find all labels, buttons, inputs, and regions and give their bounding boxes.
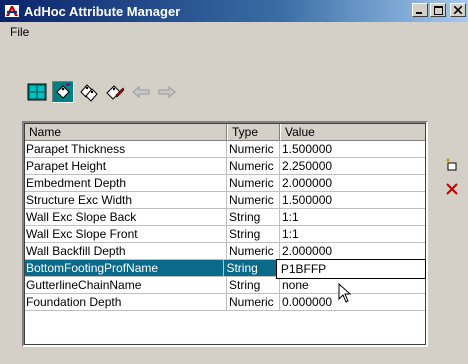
window-title: AdHoc Attribute Manager [24, 3, 181, 19]
close-button[interactable] [450, 3, 466, 17]
app-logo-icon[interactable] [4, 3, 20, 19]
type-cell[interactable]: String [227, 226, 280, 243]
name-cell[interactable]: GutterlineChainName [24, 277, 227, 294]
table-row[interactable]: Wall Exc Slope Front String 1:1 [24, 226, 426, 243]
arrow-right-icon [158, 86, 176, 98]
type-cell[interactable]: String [224, 260, 277, 277]
toolbar [26, 79, 178, 105]
name-cell[interactable]: Embedment Depth [24, 175, 227, 192]
table-row[interactable]: GutterlineChainName String none [24, 277, 426, 294]
add-attribute-icon [446, 158, 457, 171]
column-header-name[interactable]: Name [24, 123, 227, 141]
table-row-selected[interactable]: BottomFootingProfName String P1BFFP [24, 259, 426, 279]
adhoc-attribute-manager-window: AdHoc Attribute Manager File Name Type V… [0, 0, 468, 364]
forward-button[interactable] [156, 81, 178, 103]
grid-view-button[interactable] [26, 81, 48, 103]
type-cell[interactable]: Numeric [227, 192, 280, 209]
name-cell[interactable]: Parapet Height [24, 158, 227, 175]
value-cell[interactable]: 1.500000 [280, 192, 426, 209]
name-cell[interactable]: Wall Backfill Depth [24, 243, 227, 260]
type-cell[interactable]: String [227, 209, 280, 226]
value-edit-field[interactable]: P1BFFP [275, 259, 426, 279]
type-cell[interactable]: String [227, 277, 280, 294]
minimize-button[interactable] [412, 3, 428, 17]
name-cell[interactable]: Foundation Depth [24, 294, 227, 311]
value-cell[interactable]: 1.500000 [280, 141, 426, 158]
table-header: Name Type Value [24, 123, 426, 141]
add-attribute-button[interactable] [444, 157, 460, 173]
back-button[interactable] [130, 81, 152, 103]
maximize-button[interactable] [430, 3, 446, 17]
value-cell[interactable]: 2.250000 [280, 158, 426, 175]
mouse-pointer-icon [338, 282, 354, 308]
multi-tag-icon [80, 84, 98, 102]
attribute-tag-button[interactable] [52, 81, 74, 103]
maximize-icon [433, 5, 443, 15]
value-cell[interactable]: 2.000000 [280, 175, 426, 192]
delete-button[interactable] [444, 181, 460, 197]
value-cell[interactable]: 2.000000 [280, 243, 426, 260]
table-row[interactable]: Wall Backfill Depth Numeric 2.000000 [24, 243, 426, 260]
tag-edit-icon [106, 85, 125, 100]
grid-view-icon [27, 83, 47, 101]
tag-edit-button[interactable] [104, 81, 126, 103]
table-row[interactable]: Parapet Thickness Numeric 1.500000 [24, 141, 426, 158]
name-cell[interactable]: Wall Exc Slope Back [24, 209, 227, 226]
type-cell[interactable]: Numeric [227, 175, 280, 192]
name-cell[interactable]: Structure Exc Width [24, 192, 227, 209]
table-row[interactable]: Parapet Height Numeric 2.250000 [24, 158, 426, 175]
arrow-left-icon [132, 86, 150, 98]
table-row[interactable]: Structure Exc Width Numeric 1.500000 [24, 192, 426, 209]
value-cell[interactable]: 1:1 [280, 209, 426, 226]
column-header-type[interactable]: Type [227, 123, 280, 141]
title-bar[interactable]: AdHoc Attribute Manager [0, 0, 468, 22]
column-header-value[interactable]: Value [280, 123, 426, 141]
attribute-table: Name Type Value Parapet Thickness Numeri… [22, 121, 428, 347]
type-cell[interactable]: Numeric [227, 141, 280, 158]
value-cell[interactable]: 1:1 [280, 226, 426, 243]
type-cell[interactable]: Numeric [227, 158, 280, 175]
type-cell[interactable]: Numeric [227, 294, 280, 311]
window-controls [412, 3, 466, 17]
name-cell[interactable]: Parapet Thickness [24, 141, 227, 158]
delete-icon [446, 183, 458, 195]
table-row[interactable]: Embedment Depth Numeric 2.000000 [24, 175, 426, 192]
name-cell[interactable]: Wall Exc Slope Front [24, 226, 227, 243]
multi-tag-button[interactable] [78, 81, 100, 103]
menu-bar: File [0, 22, 468, 42]
table-row[interactable]: Foundation Depth Numeric 0.000000 [24, 294, 426, 311]
close-icon [454, 6, 462, 14]
attribute-tag-icon [53, 82, 73, 102]
menu-file[interactable]: File [0, 25, 37, 39]
type-cell[interactable]: Numeric [227, 243, 280, 260]
name-cell[interactable]: BottomFootingProfName [24, 260, 225, 277]
minimize-icon [416, 12, 422, 14]
table-row[interactable]: Wall Exc Slope Back String 1:1 [24, 209, 426, 226]
